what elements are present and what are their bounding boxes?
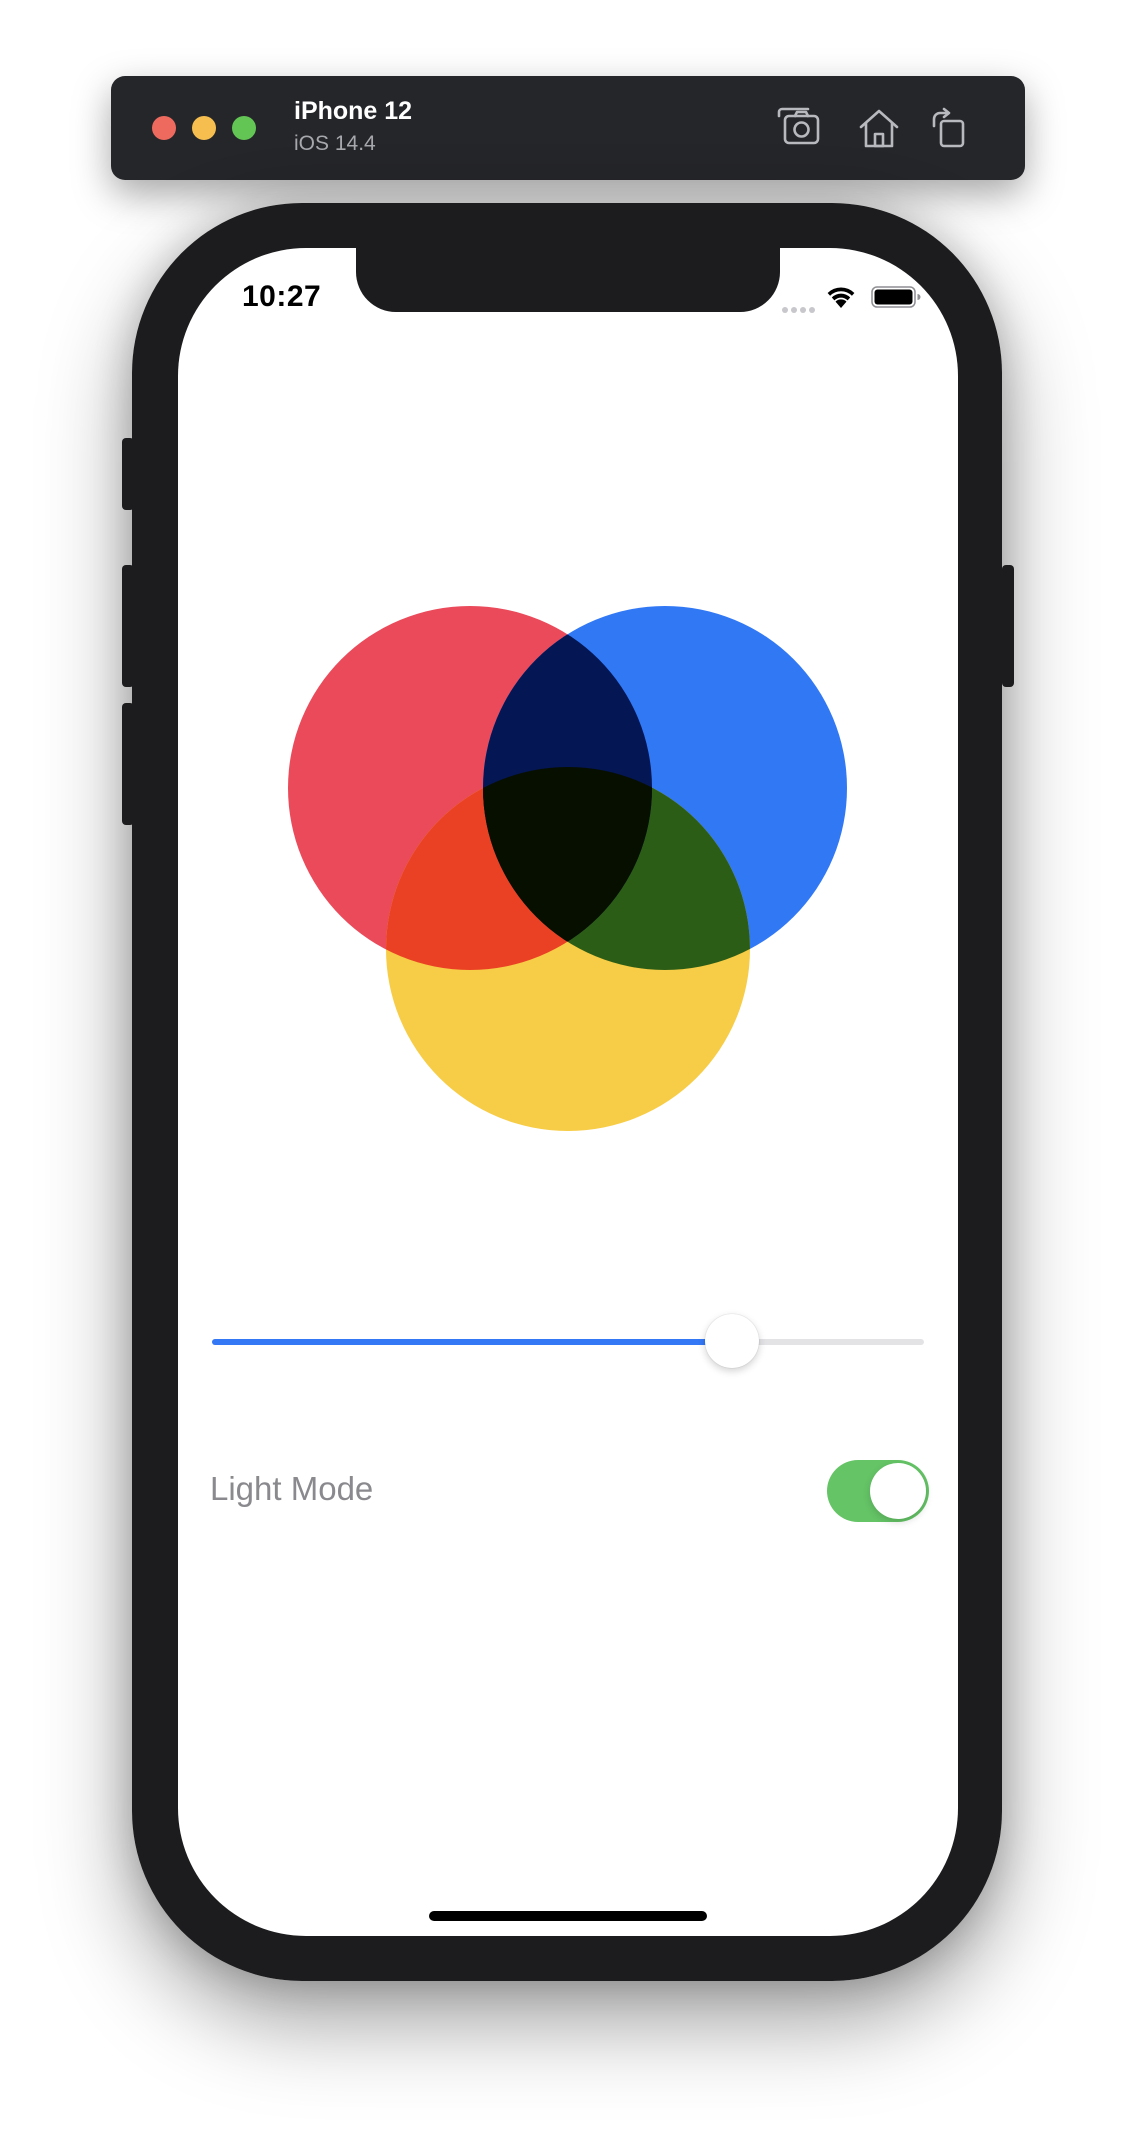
minimize-window-button[interactable] <box>192 116 216 140</box>
screenshot-icon[interactable] <box>776 106 822 150</box>
wifi-icon <box>827 287 855 308</box>
home-icon[interactable] <box>856 106 902 150</box>
status-time: 10:27 <box>242 280 322 313</box>
toggle-knob <box>870 1463 926 1519</box>
os-version: iOS 14.4 <box>294 132 376 155</box>
light-mode-label: Light Mode <box>210 1470 374 1507</box>
notch <box>356 248 780 312</box>
cellular-signal-icon <box>782 300 818 313</box>
device-name: iPhone 12 <box>294 97 413 125</box>
light-mode-toggle[interactable] <box>827 1460 929 1522</box>
simulator-toolbar: iPhone 12 iOS 14.4 <box>111 76 1025 180</box>
slider-thumb[interactable] <box>704 1314 759 1368</box>
home-indicator[interactable] <box>429 1911 707 1921</box>
close-window-button[interactable] <box>152 116 176 140</box>
zoom-window-button[interactable] <box>232 116 256 140</box>
phone-screen: 10:27 Light Mode <box>178 248 958 1936</box>
opacity-slider[interactable] <box>212 1314 924 1370</box>
venn-diagram <box>288 606 848 1131</box>
slider-fill <box>212 1339 732 1345</box>
simulator-stage: iPhone 12 iOS 14.4 10:27 Light Mode <box>0 0 1136 2132</box>
battery-icon <box>871 286 921 308</box>
power-button <box>1002 565 1014 687</box>
rotate-icon[interactable] <box>928 106 974 150</box>
